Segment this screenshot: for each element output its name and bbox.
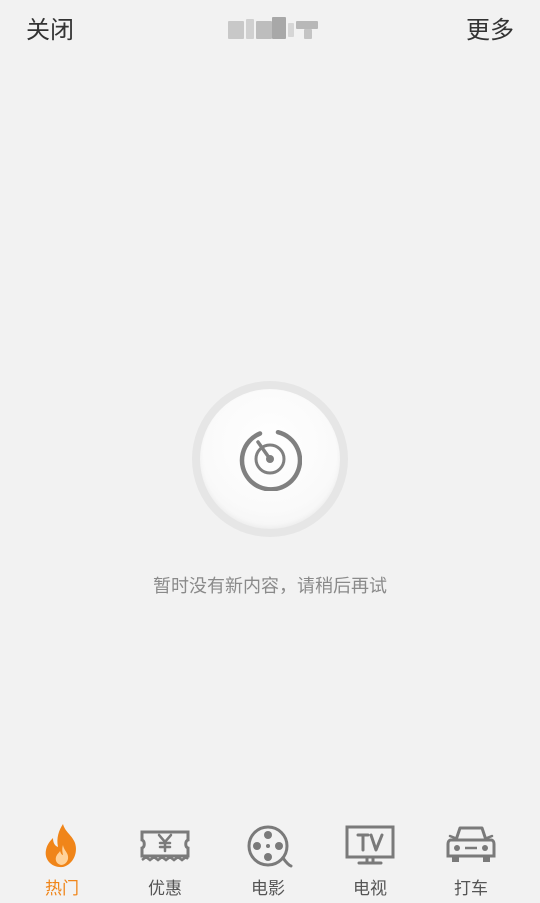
header-bar: 关闭 更多	[0, 0, 540, 62]
empty-state-badge	[192, 381, 348, 537]
bottom-tab-bar: 热门 优惠 电影 电视 打车	[0, 803, 540, 903]
tab-label: 电影	[251, 879, 285, 899]
flame-icon	[45, 824, 76, 868]
page-title-blurred	[226, 15, 322, 43]
film-reel-icon	[247, 825, 293, 868]
tab-movies[interactable]: 电影	[228, 817, 308, 901]
tab-taxi[interactable]: 打车	[431, 817, 511, 901]
tab-label: 优惠	[148, 879, 182, 899]
coupon-icon	[140, 830, 190, 862]
tab-tv[interactable]: 电视	[330, 817, 410, 901]
tab-deals[interactable]: 优惠	[125, 817, 205, 901]
tab-label: 打车	[454, 879, 488, 899]
app-screen: 关闭 更多 暂时没有新内容，请稍后再试 热门 优惠 电影 电视 打车	[0, 0, 540, 903]
radar-icon	[239, 429, 302, 491]
tab-label: 热门	[45, 879, 79, 899]
car-icon	[446, 826, 496, 862]
close-button[interactable]: 关闭	[26, 14, 74, 46]
tab-label: 电视	[353, 879, 387, 899]
more-button[interactable]: 更多	[466, 14, 514, 46]
tab-hot[interactable]: 热门	[22, 817, 102, 901]
empty-state-message: 暂时没有新内容，请稍后再试	[153, 576, 387, 597]
tv-icon	[345, 825, 395, 865]
